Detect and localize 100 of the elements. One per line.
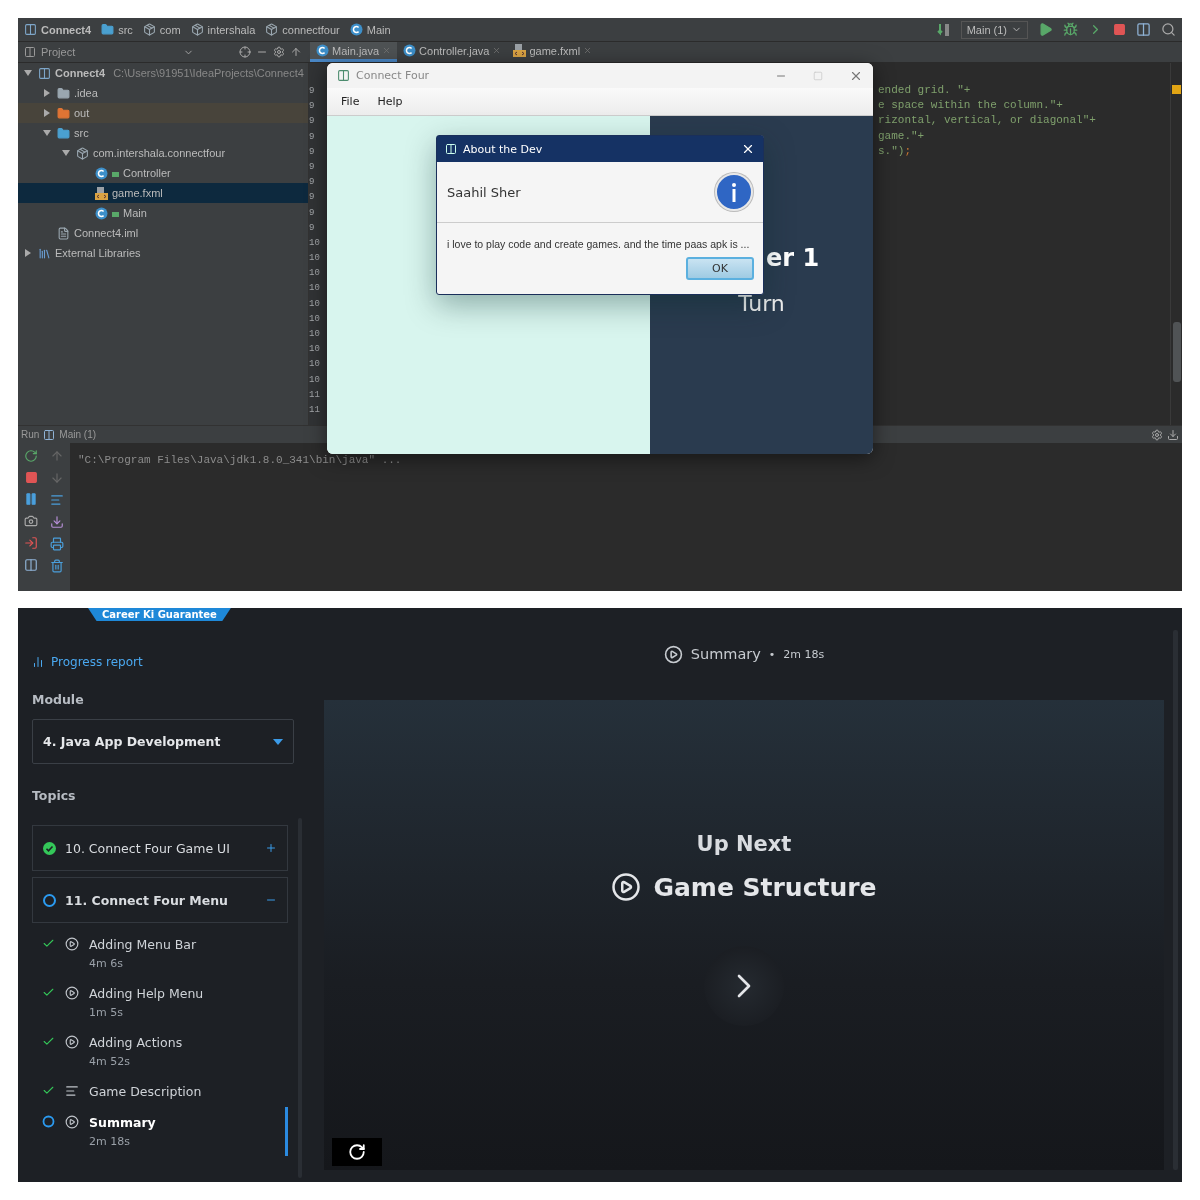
tree-item[interactable]: Main	[18, 203, 308, 223]
lesson-item[interactable]: Adding Help Menu 1m 5s	[32, 978, 288, 1027]
tree-label: com.intershala.connectfour	[93, 147, 226, 159]
tree-item[interactable]: Connect4 C:\Users\91951\IdeaProjects\Connect4	[18, 63, 308, 83]
lesson-title: Summary	[89, 1115, 156, 1130]
tree-item[interactable]: Controller	[18, 163, 308, 183]
scrollbar-thumb[interactable]	[1172, 322, 1181, 382]
lesson-item[interactable]: Adding Menu Bar 4m 6s	[32, 929, 288, 978]
console-output: "C:\Program Files\Java\jdk1.8.0_341\bin\java" ...	[77, 453, 403, 468]
run-config-dropdown[interactable]: Main (1)	[960, 20, 1028, 39]
tree-item[interactable]: .idea	[18, 83, 308, 103]
breadcrumb[interactable]: intershala	[190, 23, 256, 36]
print-icon[interactable]	[50, 537, 64, 551]
play-circle-icon	[663, 644, 683, 664]
stop-icon[interactable]	[1113, 23, 1126, 36]
replay-icon	[348, 1143, 366, 1161]
line-number: 9	[309, 100, 316, 114]
topic-item[interactable]: 10. Connect Four Game UI	[32, 825, 288, 871]
ok-button[interactable]: OK	[686, 257, 754, 280]
run-icon[interactable]	[1038, 22, 1053, 37]
collapsed-arrow-icon[interactable]	[24, 249, 32, 257]
pause-icon[interactable]	[24, 492, 38, 506]
trash-icon[interactable]	[50, 559, 64, 573]
breadcrumb[interactable]: connectfour	[265, 23, 340, 36]
expanded-arrow-icon[interactable]	[62, 149, 70, 157]
tree-item[interactable]: game.fxml	[18, 183, 308, 203]
tree-item[interactable]: out	[18, 103, 308, 123]
topic-title: 10. Connect Four Game UI	[65, 840, 231, 856]
breadcrumb[interactable]: Connect4	[24, 23, 92, 36]
line-number: 9	[309, 115, 316, 129]
app-icon	[337, 69, 350, 82]
dialog-message: i love to play code and create games. and the time paas apk is ...	[447, 237, 750, 251]
breadcrumb[interactable]: Main	[349, 23, 391, 36]
class-icon	[316, 44, 329, 57]
lesson-title: Adding Help Menu	[89, 986, 204, 1001]
play-circle-icon	[65, 937, 79, 951]
lesson-item[interactable]: Adding Actions 4m 52s	[32, 1027, 288, 1076]
line-number: 10	[309, 236, 321, 250]
expanded-arrow-icon[interactable]	[24, 69, 32, 77]
tree-item[interactable]: com.intershala.connectfour	[18, 143, 308, 163]
tree-item[interactable]: Connect4.iml	[18, 223, 308, 243]
tree-label: Controller	[123, 167, 171, 179]
breadcrumb[interactable]: src	[101, 23, 133, 36]
search-icon[interactable]	[1161, 22, 1176, 37]
run-config-label: Main (1)	[59, 429, 97, 440]
package-icon	[265, 23, 279, 36]
folder-icon	[57, 126, 70, 140]
settings-icon[interactable]	[1151, 428, 1163, 441]
topic-item[interactable]: 11. Connect Four Menu	[32, 877, 288, 923]
line-number: 9	[309, 191, 316, 205]
tree-item[interactable]: External Libraries	[18, 243, 308, 263]
breadcrumb[interactable]: com	[142, 23, 181, 36]
code-line: ended grid. "+	[878, 83, 972, 98]
package-icon	[142, 23, 156, 36]
line-number: 10	[309, 373, 321, 387]
lesson-duration: 4m 52s	[89, 1055, 131, 1068]
download-icon[interactable]	[1167, 428, 1179, 441]
run-window-icon	[43, 428, 56, 441]
panel-title: Run	[21, 429, 40, 440]
close-icon[interactable]	[741, 142, 755, 156]
menu-item[interactable]: Help	[377, 95, 403, 108]
module-dropdown[interactable]: 4. Java App Development	[32, 719, 294, 764]
app-icon	[445, 143, 457, 155]
collapsed-arrow-icon[interactable]	[43, 89, 51, 97]
section-label: Topics	[32, 788, 77, 803]
menu-item[interactable]: File	[341, 95, 360, 108]
caret-icon	[273, 738, 283, 745]
editor-tab[interactable]: game.fxml	[507, 42, 599, 62]
expanded-arrow-icon[interactable]	[43, 129, 51, 137]
tree-label: Connect4.iml	[74, 227, 139, 239]
rerun-icon[interactable]	[24, 449, 38, 463]
exit-icon[interactable]	[24, 536, 38, 550]
editor-tab[interactable]: Main.java	[310, 42, 398, 62]
stop-icon[interactable]	[24, 471, 38, 484]
camera-icon[interactable]	[24, 514, 38, 528]
progress-report-link[interactable]: Progress report	[32, 652, 294, 672]
lesson-item[interactable]: Summary 2m 18s	[32, 1107, 288, 1156]
expand-icon[interactable]	[265, 842, 277, 854]
wrap-icon[interactable]	[50, 493, 64, 507]
folder-icon	[101, 23, 115, 36]
replay-button[interactable]	[332, 1138, 382, 1166]
collapsed-arrow-icon[interactable]	[43, 109, 51, 117]
locate-icon[interactable]	[239, 46, 251, 58]
line-number: 10	[309, 312, 321, 326]
package-icon	[190, 23, 204, 36]
lesson-title: Adding Actions	[89, 1035, 183, 1050]
class-icon	[349, 23, 363, 36]
lesson-item[interactable]: Game Description	[32, 1076, 288, 1107]
settings-icon[interactable]	[273, 46, 285, 58]
lock-icon	[112, 209, 119, 217]
layout-icon[interactable]	[24, 558, 38, 572]
editor-tab[interactable]: Controller.java	[397, 42, 508, 62]
play-circle-icon	[611, 872, 642, 902]
tab-label: Controller.java	[419, 44, 490, 57]
tree-item[interactable]: src	[18, 123, 308, 143]
line-number: 11	[309, 403, 321, 417]
lesson-duration: 4m 6s	[89, 957, 124, 970]
debug-icon[interactable]	[1063, 22, 1078, 37]
module-icon	[24, 23, 37, 36]
file-icon	[57, 226, 70, 240]
